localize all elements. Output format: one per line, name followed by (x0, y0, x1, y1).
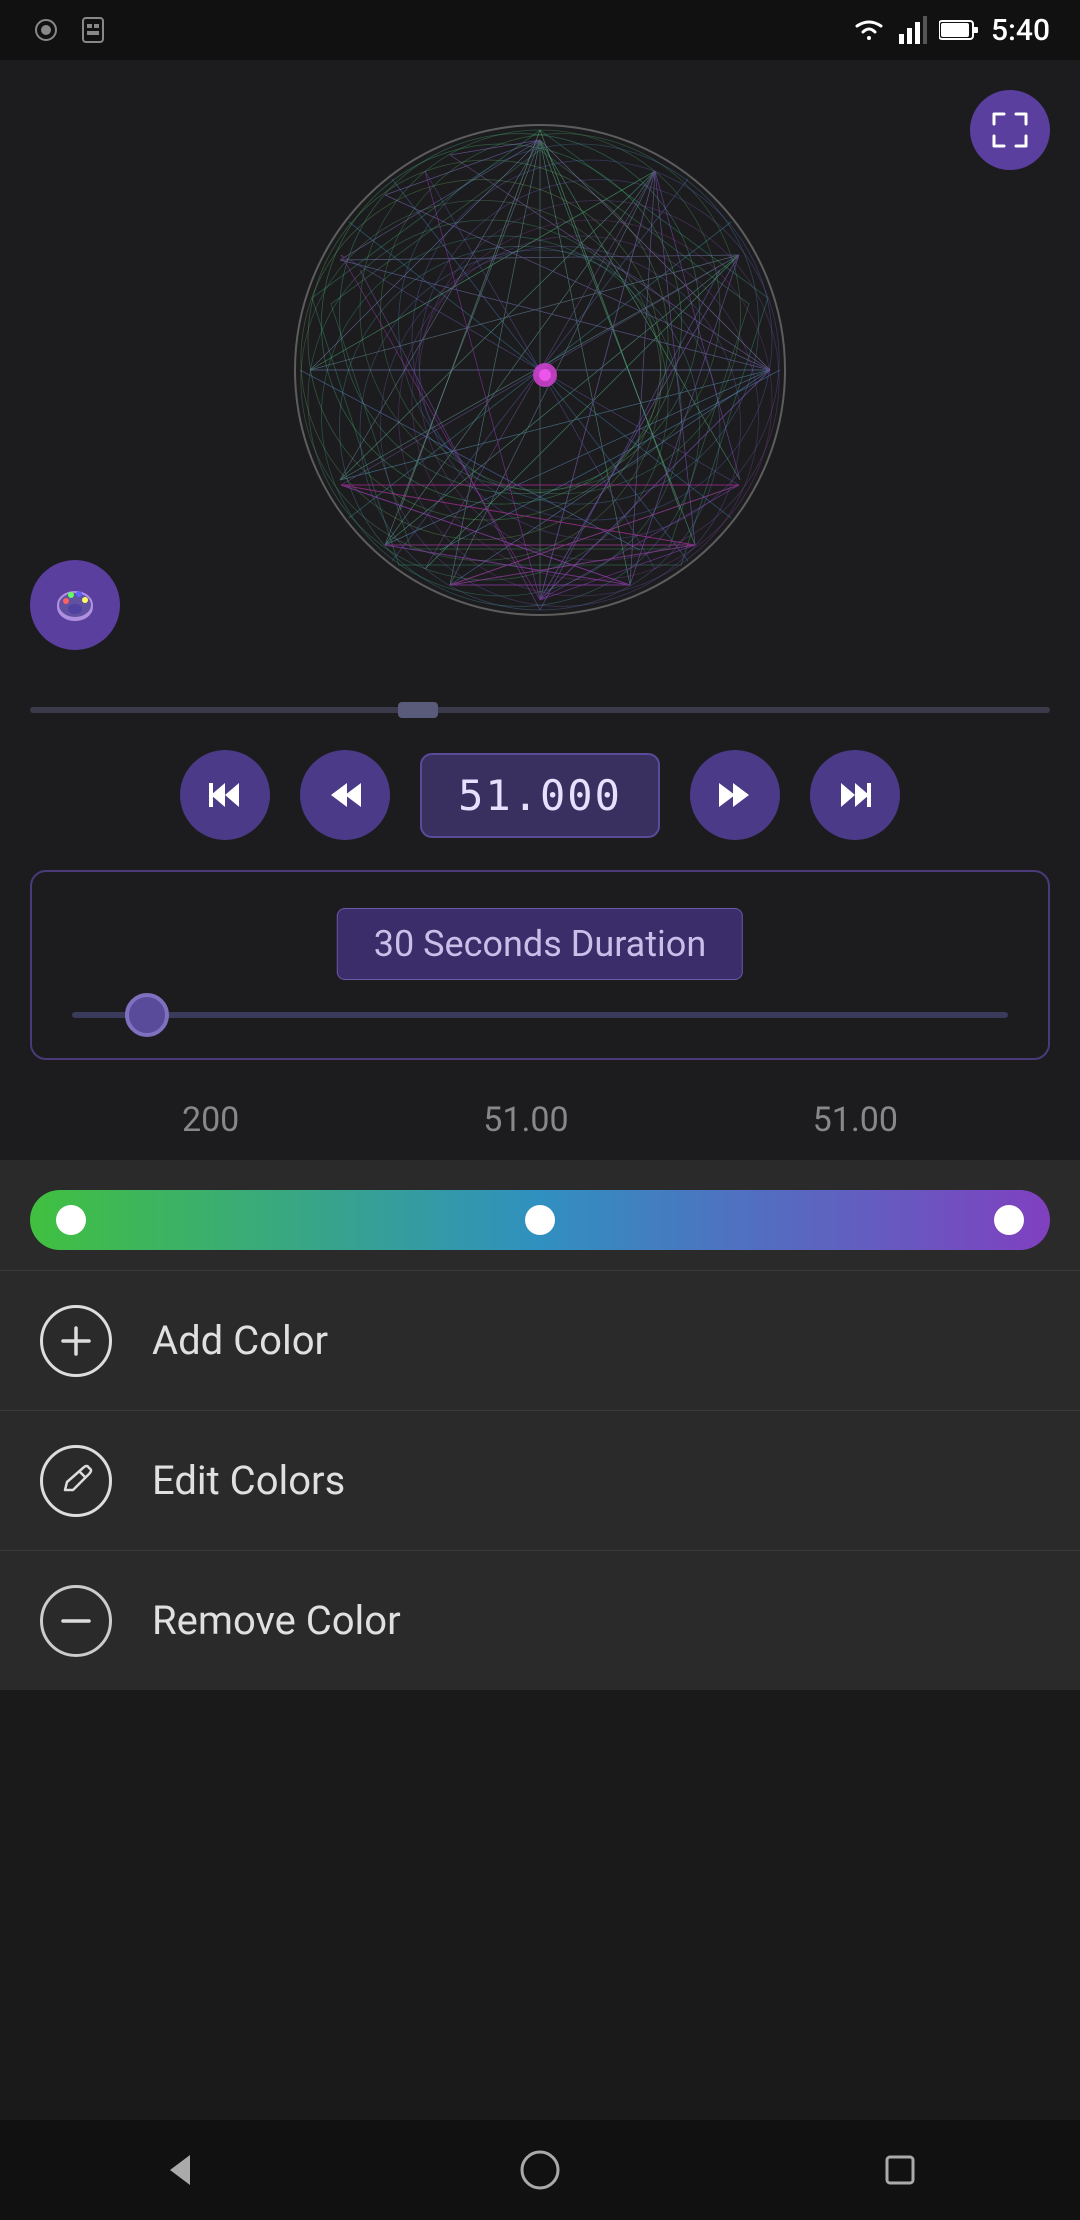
value-3: 51.00 (813, 1100, 898, 1140)
home-button[interactable] (500, 2130, 580, 2210)
edit-colors-icon-circle (40, 1445, 112, 1517)
add-color-item[interactable]: Add Color (0, 1270, 1080, 1410)
main-progress-slider[interactable] (30, 707, 1050, 713)
rewind-icon (325, 775, 365, 815)
status-left-icons (30, 14, 109, 46)
gradient-thumb-middle[interactable] (525, 1205, 555, 1235)
gradient-thumb-right[interactable] (994, 1205, 1024, 1235)
skip-to-start-button[interactable] (180, 750, 270, 840)
gradient-bar-container (0, 1190, 1080, 1250)
value-2: 51.00 (483, 1100, 568, 1140)
wifi-icon (851, 16, 887, 44)
camera-icon (30, 14, 62, 46)
duration-panel-inner: 30 Seconds Duration (30, 870, 1050, 1060)
palette-icon (51, 581, 99, 629)
fast-forward-icon (715, 775, 755, 815)
duration-slider[interactable] (72, 1012, 1008, 1018)
values-row: 200 51.00 51.00 (0, 1080, 1080, 1160)
pencil-icon (57, 1462, 95, 1500)
plus-icon (57, 1322, 95, 1360)
edit-colors-item[interactable]: Edit Colors (0, 1410, 1080, 1550)
duration-label: 30 Seconds Duration (337, 908, 743, 980)
back-button[interactable] (140, 2130, 220, 2210)
status-bar: 5:40 (0, 0, 1080, 60)
signal-icon (899, 16, 927, 44)
value-1: 200 (182, 1100, 239, 1140)
skip-to-end-button[interactable] (810, 750, 900, 840)
home-icon (515, 2145, 565, 2195)
gradient-thumb-left[interactable] (56, 1205, 86, 1235)
remove-color-item[interactable]: Remove Color (0, 1550, 1080, 1690)
duration-slider-thumb[interactable] (125, 993, 169, 1037)
skip-end-icon (835, 775, 875, 815)
bottom-panel: Add Color Edit Colors Remove Color (0, 1160, 1080, 1690)
add-color-label: Add Color (152, 1317, 328, 1364)
playback-controls: 51.000 (0, 740, 1080, 850)
main-slider-thumb[interactable] (398, 702, 438, 718)
spirograph-svg: // We'll generate lines via inline appro… (280, 110, 800, 630)
remove-color-icon-circle (40, 1585, 112, 1657)
remove-color-label: Remove Color (152, 1597, 401, 1644)
status-right-icons: 5:40 (851, 13, 1050, 48)
fast-forward-button[interactable] (690, 750, 780, 840)
main-slider-area[interactable] (0, 680, 1080, 740)
color-gradient-bar[interactable] (30, 1190, 1050, 1250)
edit-colors-label: Edit Colors (152, 1457, 345, 1504)
skip-start-icon (205, 775, 245, 815)
time-display: 51.000 (420, 753, 660, 838)
status-time: 5:40 (991, 13, 1050, 48)
back-icon (155, 2145, 205, 2195)
battery-icon (939, 18, 979, 42)
fullscreen-icon (990, 110, 1030, 150)
navigation-bar (0, 2120, 1080, 2220)
rewind-button[interactable] (300, 750, 390, 840)
recents-button[interactable] (860, 2130, 940, 2210)
duration-panel: 30 Seconds Duration (0, 850, 1080, 1080)
sim-icon (77, 14, 109, 46)
recents-icon (875, 2145, 925, 2195)
spirograph-display: // We'll generate lines via inline appro… (280, 110, 800, 630)
palette-button[interactable] (30, 560, 120, 650)
visualization-area: // We'll generate lines via inline appro… (0, 60, 1080, 680)
fullscreen-button[interactable] (970, 90, 1050, 170)
minus-icon (57, 1602, 95, 1640)
add-color-icon-circle (40, 1305, 112, 1377)
